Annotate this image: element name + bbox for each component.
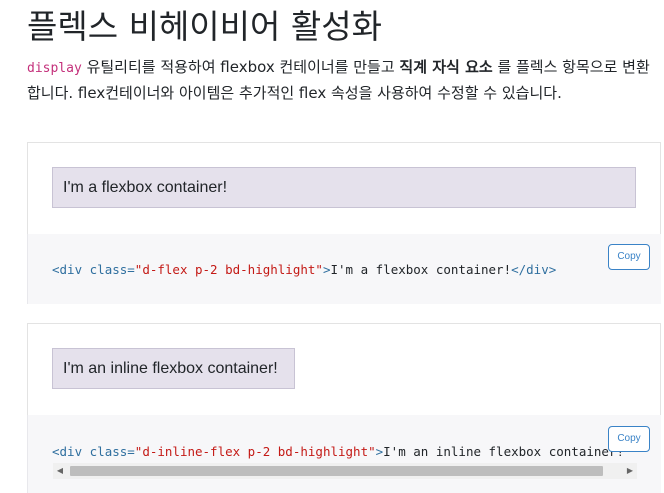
code-attribute-value: "d-inline-flex p-2 bd-highlight" <box>134 444 376 459</box>
copy-button[interactable]: Copy <box>608 426 650 452</box>
display-code: display <box>27 61 82 76</box>
docs-page: 플렉스 비헤이비어 활성화 display 유틸리티를 적용하여 flexbox… <box>0 0 664 493</box>
description-strong: 직계 자식 요소 <box>399 58 493 76</box>
scrollbar-thumb[interactable] <box>70 466 603 476</box>
code-open-tag: <div <box>52 262 83 277</box>
page-title: 플렉스 비헤이비어 활성화 <box>27 7 382 46</box>
inline-flexbox-demo-box: I'm an inline flexbox container! <box>52 348 295 389</box>
code-attribute: class= <box>89 262 135 277</box>
code-text: I'm a flexbox container! <box>330 262 512 277</box>
code-attribute: class= <box>89 444 135 459</box>
flexbox-demo-box: I'm a flexbox container! <box>52 167 636 208</box>
scroll-right-icon[interactable]: ▶ <box>623 463 637 479</box>
horizontal-scrollbar[interactable]: ◀ ▶ <box>53 463 637 479</box>
code-close-tag: </div> <box>511 262 557 277</box>
code-open-tag: <div <box>52 444 83 459</box>
flex-code-line: <div class="d-flex p-2 bd-highlight">I'm… <box>52 261 556 279</box>
code-text: I'm an inline flexbox container! <box>383 444 624 459</box>
code-attribute-value: "d-flex p-2 bd-highlight" <box>134 262 323 277</box>
flex-code-snippet: <div class="d-flex p-2 bd-highlight">I'm… <box>27 234 661 304</box>
inline-flex-example: I'm an inline flexbox container! <box>27 323 661 415</box>
inline-flex-code-snippet: <div class="d-inline-flex p-2 bd-highlig… <box>27 415 661 493</box>
description-part-1: 유틸리티를 적용하여 flexbox 컨테이너를 만들고 <box>81 58 400 76</box>
scroll-left-icon[interactable]: ◀ <box>53 463 67 479</box>
flex-example: I'm a flexbox container! <box>27 142 661 234</box>
section-description: display 유틸리티를 적용하여 flexbox 컨테이너를 만들고 직계 … <box>27 55 661 105</box>
inline-flex-code-line: <div class="d-inline-flex p-2 bd-highlig… <box>52 443 624 461</box>
copy-button[interactable]: Copy <box>608 244 650 270</box>
